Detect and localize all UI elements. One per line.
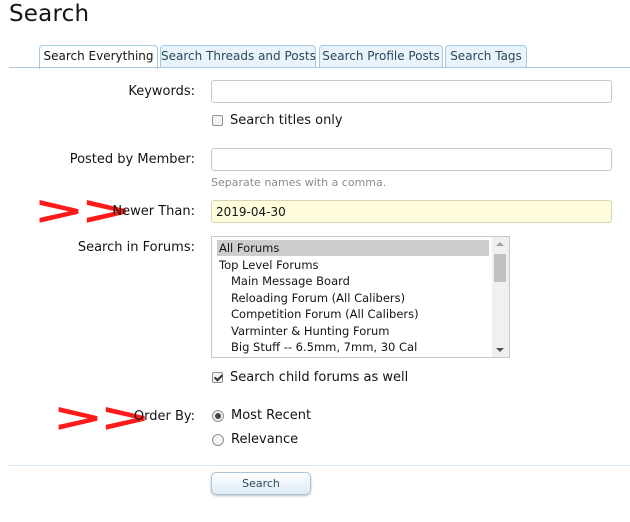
forum-option-competition[interactable]: Competition Forum (All Calibers) bbox=[217, 306, 489, 322]
keywords-input[interactable] bbox=[211, 80, 612, 103]
order-most-recent-radio[interactable]: Most Recent bbox=[212, 408, 311, 423]
newer-than-input[interactable] bbox=[211, 200, 612, 223]
tab-divider bbox=[9, 67, 630, 68]
search-child-forums-checkbox[interactable]: Search child forums as well bbox=[212, 370, 408, 385]
search-button[interactable]: Search bbox=[211, 472, 311, 495]
tab-search-threads-posts[interactable]: Search Threads and Posts bbox=[160, 45, 316, 68]
forum-option-big-stuff[interactable]: Big Stuff -- 6.5mm, 7mm, 30 Cal bbox=[217, 339, 489, 355]
tab-search-profile-posts[interactable]: Search Profile Posts bbox=[319, 45, 443, 68]
search-child-forums-label: Search child forums as well bbox=[230, 370, 409, 385]
forum-option-reloading[interactable]: Reloading Forum (All Calibers) bbox=[217, 290, 489, 306]
member-names-hint: Separate names with a comma. bbox=[211, 176, 387, 189]
forums-listbox[interactable]: All Forums Top Level Forums Main Message… bbox=[211, 236, 510, 358]
newer-than-label: Newer Than: bbox=[112, 204, 195, 219]
order-relevance-radio[interactable]: Relevance bbox=[212, 432, 298, 447]
scroll-down-icon[interactable] bbox=[496, 348, 504, 352]
search-in-forums-label: Search in Forums: bbox=[77, 240, 195, 255]
forums-scrollbar[interactable] bbox=[492, 237, 509, 357]
relevance-label: Relevance bbox=[231, 432, 299, 447]
scroll-thumb[interactable] bbox=[494, 254, 506, 282]
forum-option-all-forums[interactable]: All Forums bbox=[217, 240, 489, 256]
search-titles-only-label: Search titles only bbox=[230, 113, 343, 128]
posted-by-member-input[interactable] bbox=[211, 148, 612, 171]
scroll-up-icon[interactable] bbox=[496, 242, 504, 246]
radio-button-selected[interactable] bbox=[212, 409, 224, 422]
forum-option-main-message-board[interactable]: Main Message Board bbox=[217, 273, 489, 289]
search-titles-only-checkbox[interactable]: Search titles only bbox=[212, 113, 343, 128]
order-by-label: Order By: bbox=[133, 409, 195, 424]
forum-option-top-level[interactable]: Top Level Forums bbox=[217, 257, 489, 273]
checkbox-box-checked[interactable] bbox=[212, 372, 223, 383]
tab-search-everything[interactable]: Search Everything bbox=[39, 45, 158, 69]
posted-by-member-label: Posted by Member: bbox=[69, 152, 195, 167]
tab-search-tags[interactable]: Search Tags bbox=[445, 45, 527, 68]
page-title: Search bbox=[9, 1, 90, 27]
radio-button[interactable] bbox=[212, 433, 224, 446]
annotation-arrows-order-by: >> bbox=[52, 395, 151, 441]
form-footer-divider bbox=[9, 465, 630, 466]
most-recent-label: Most Recent bbox=[231, 408, 312, 423]
keywords-label: Keywords: bbox=[128, 84, 195, 99]
checkbox-box[interactable] bbox=[212, 115, 223, 126]
forum-option-varminter-hunting[interactable]: Varminter & Hunting Forum bbox=[217, 323, 489, 339]
